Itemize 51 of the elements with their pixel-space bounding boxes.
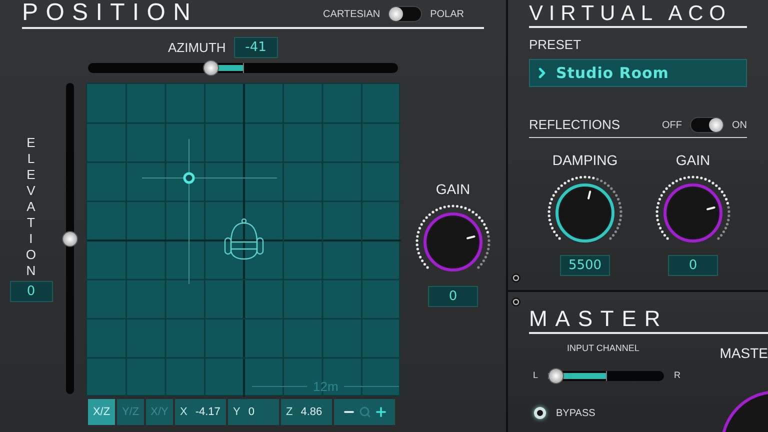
- knob-value[interactable]: 5500: [560, 255, 610, 276]
- slider-thumb[interactable]: [202, 60, 219, 76]
- slider-thumb[interactable]: [548, 368, 564, 384]
- scale-line: [252, 386, 307, 387]
- panel-title: POSITION: [22, 1, 198, 25]
- coordinate-field[interactable]: Z 4.86: [281, 399, 332, 425]
- coordinate-field[interactable]: X -4.17: [175, 399, 226, 425]
- knob-label: GAIN: [676, 151, 710, 170]
- coordinate-value: 4.86: [300, 404, 322, 420]
- screw-icon: [511, 273, 521, 283]
- scale-label: 12m: [313, 380, 338, 393]
- toggle-label: OFF: [662, 118, 682, 132]
- azimuth-slider[interactable]: [88, 60, 398, 76]
- elevation-slider[interactable]: [62, 83, 78, 394]
- slider-label: R: [674, 368, 681, 382]
- input-channel-label: INPUT CHANNEL: [567, 342, 640, 355]
- radio-button[interactable]: [534, 407, 546, 419]
- coordinate-value: 0: [248, 404, 254, 420]
- panel-title: VIRTUAL ACO: [529, 3, 732, 24]
- preset-label: PRESET: [529, 38, 582, 51]
- scale-line: [344, 386, 400, 387]
- axis-label: Y: [233, 404, 240, 420]
- master-label: MASTE: [720, 344, 768, 363]
- knob-label: DAMPING: [552, 151, 618, 170]
- azimuth-value[interactable]: -41: [234, 37, 278, 58]
- coordinate-value: -4.17: [195, 404, 220, 420]
- reflections-label: REFLECTIONS: [529, 116, 620, 134]
- coordinate-field[interactable]: Y 0: [228, 399, 279, 425]
- axis-label: Z: [286, 404, 293, 420]
- toggle-label: CARTESIAN: [323, 8, 380, 22]
- headphones-icon: [223, 218, 265, 262]
- gain-label: GAIN: [436, 180, 470, 199]
- sound-source-icon[interactable]: [183, 172, 195, 184]
- option-label: BYPASS: [556, 406, 596, 420]
- toggle-label: ON: [732, 118, 747, 132]
- slider-thumb[interactable]: [62, 230, 78, 246]
- elevation-label: ELEVATION: [26, 135, 36, 279]
- elevation-value[interactable]: 0: [10, 281, 52, 302]
- slider-label: L: [533, 368, 538, 382]
- screw-icon: [511, 297, 521, 307]
- panel-title: MASTER: [529, 308, 668, 330]
- axis-label: X: [180, 404, 188, 420]
- preset-dropdown[interactable]: Studio Room: [529, 59, 747, 87]
- knob-value[interactable]: 0: [668, 255, 718, 276]
- toggle-switch[interactable]: [388, 6, 422, 22]
- toggle-label: POLAR: [430, 8, 464, 22]
- gain-value[interactable]: 0: [428, 286, 478, 307]
- azimuth-label: AZIMUTH: [168, 38, 226, 57]
- input-channel-slider[interactable]: [548, 368, 664, 384]
- toggle-switch[interactable]: [690, 117, 724, 133]
- zoom-in-icon[interactable]: [374, 405, 388, 419]
